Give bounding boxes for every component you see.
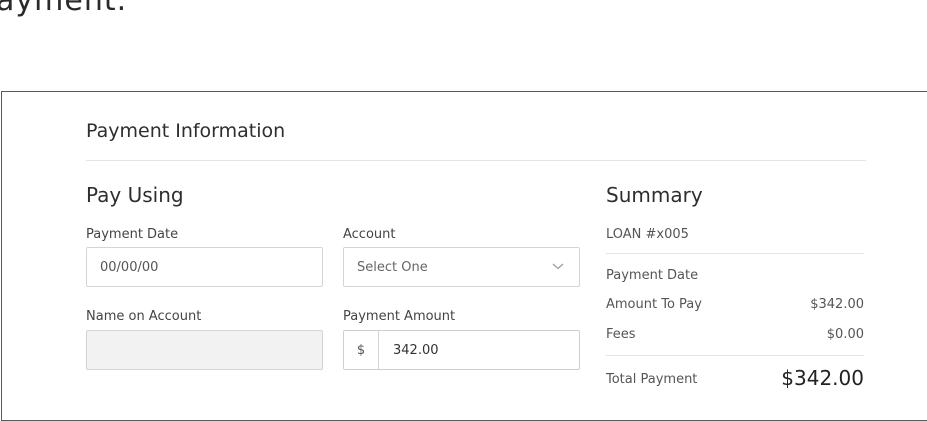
fees-value: $0.00 — [826, 327, 864, 342]
title-divider — [86, 160, 866, 161]
summary-divider-bottom — [606, 355, 864, 356]
currency-prefix: $ — [344, 331, 379, 369]
payment-amount-label: Payment Amount — [343, 309, 456, 324]
amount-to-pay-label: Amount To Pay — [606, 297, 702, 312]
payment-date-label: Payment Date — [86, 227, 179, 242]
fees-label: Fees — [606, 327, 636, 342]
summary-payment-date-label: Payment Date — [606, 268, 699, 283]
panel-title: Payment Information — [86, 120, 286, 142]
account-selected-value: Select One — [357, 260, 428, 275]
loan-label: LOAN #x005 — [606, 227, 689, 242]
account-label: Account — [343, 227, 396, 242]
summary-heading: Summary — [606, 183, 703, 207]
pay-using-heading: Pay Using — [86, 183, 184, 207]
name-on-account-label: Name on Account — [86, 309, 202, 324]
payment-amount-input[interactable]: $ 342.00 — [343, 330, 580, 370]
total-payment-label: Total Payment — [606, 372, 698, 387]
summary-divider-top — [606, 253, 864, 254]
page-heading: ayment. — [0, 0, 128, 18]
amount-to-pay-value: $342.00 — [810, 297, 864, 312]
account-select[interactable]: Select One — [343, 247, 580, 287]
name-on-account-input[interactable] — [86, 330, 323, 370]
total-payment-value: $342.00 — [781, 366, 864, 390]
payment-amount-value: 342.00 — [393, 343, 439, 358]
payment-date-input[interactable]: 00/00/00 — [86, 247, 323, 287]
payment-date-value: 00/00/00 — [100, 260, 159, 275]
chevron-down-icon — [552, 263, 564, 270]
